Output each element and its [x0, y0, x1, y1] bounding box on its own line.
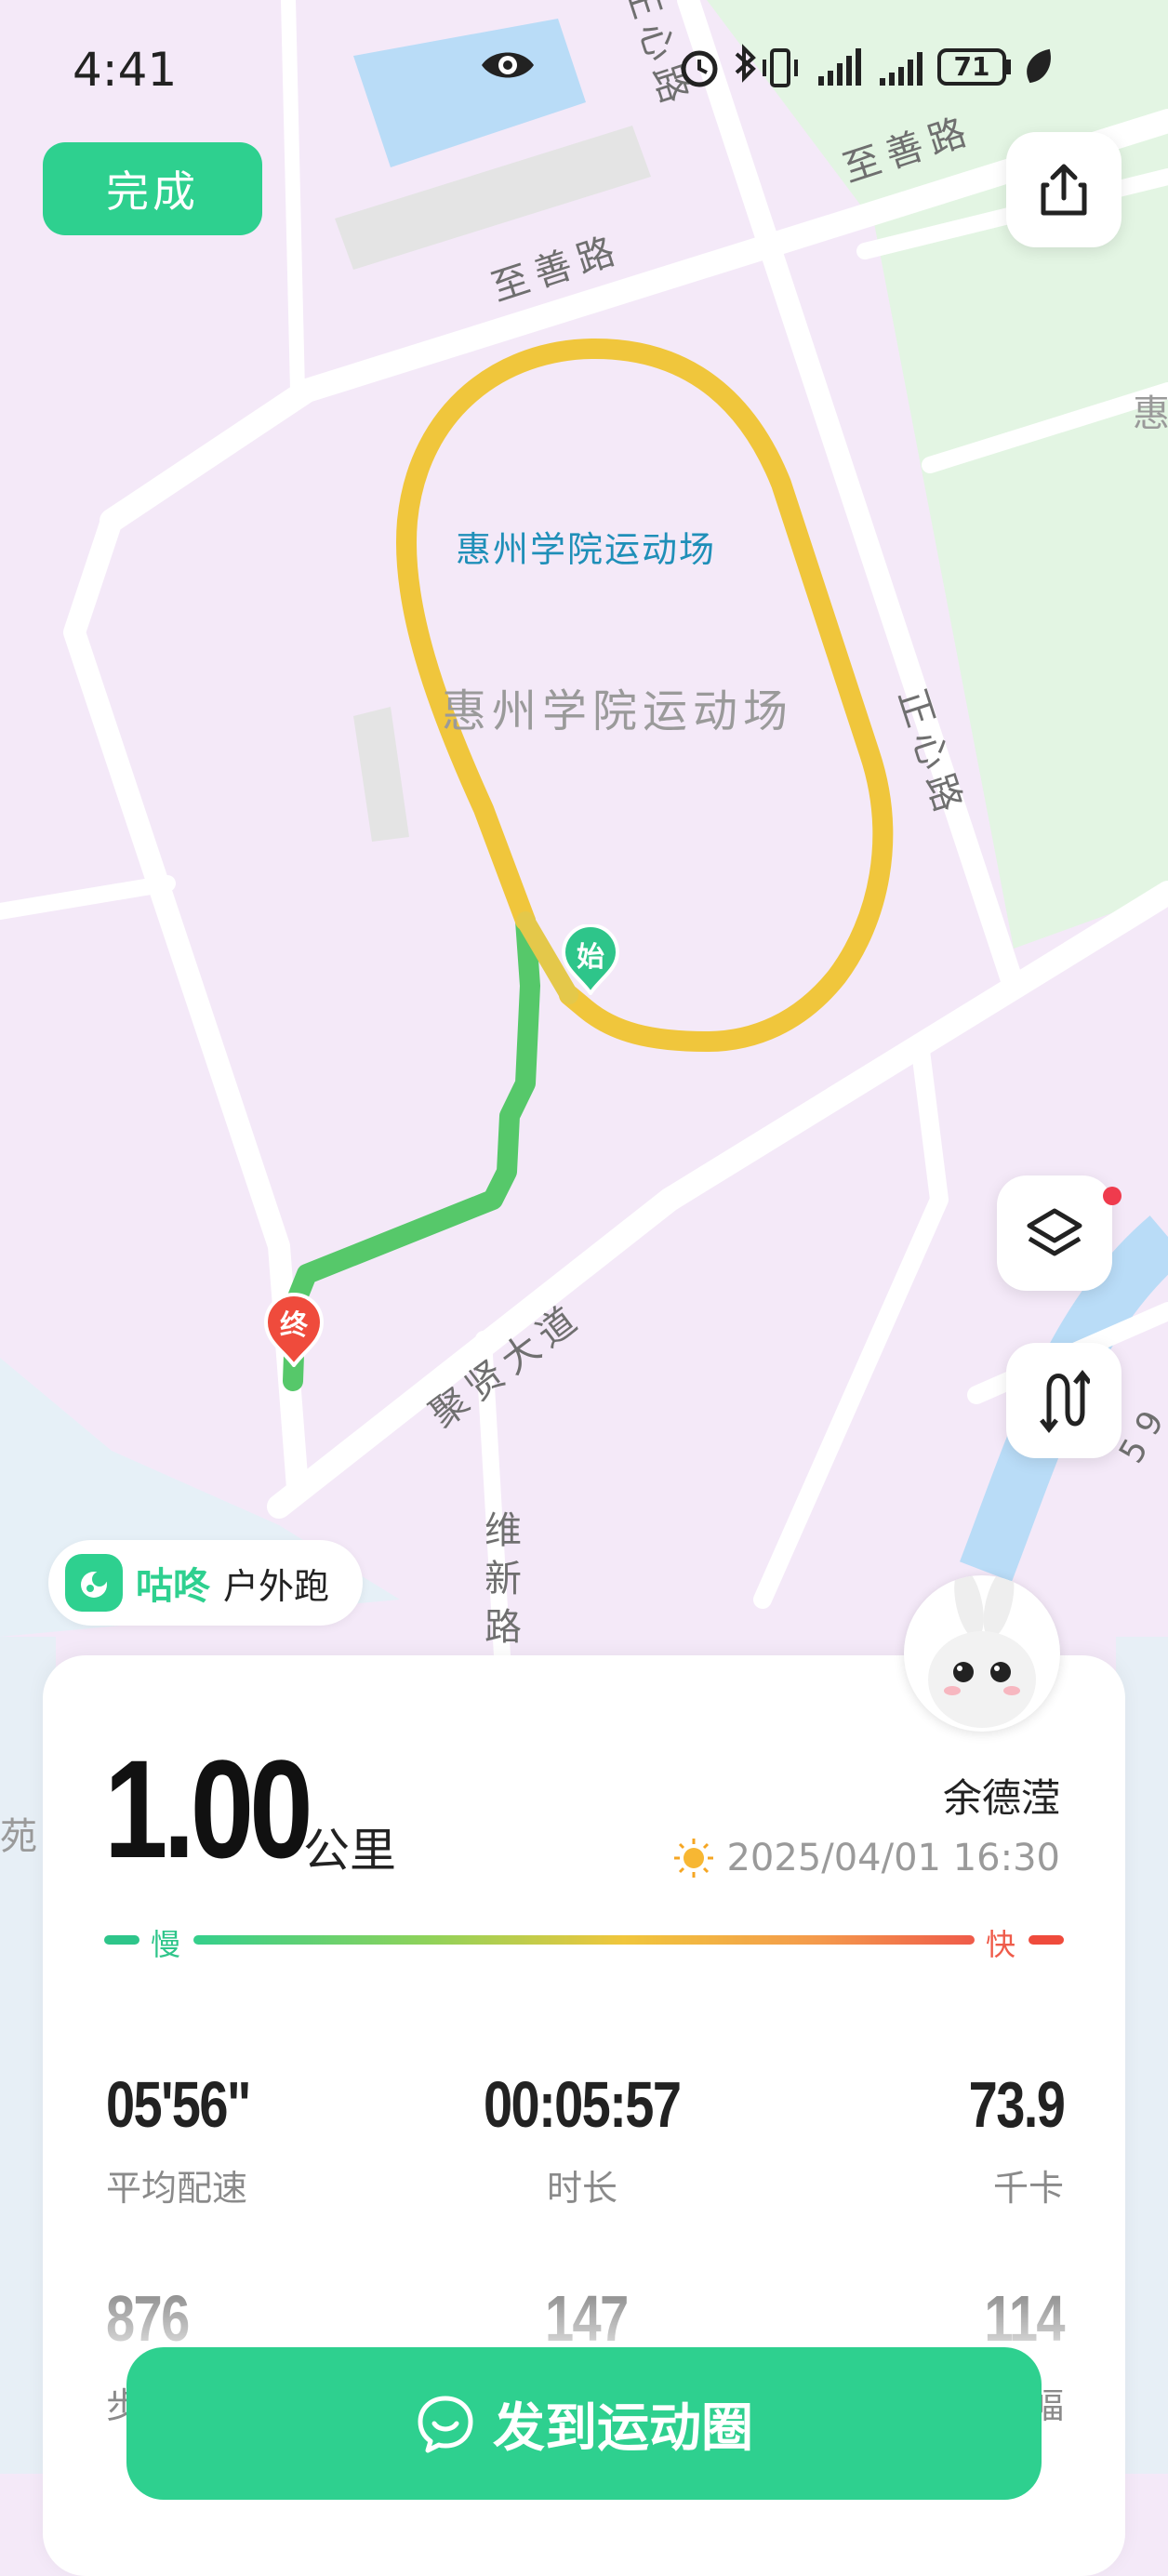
status-time: 4:41 [73, 43, 178, 97]
activity-datetime: 2025/04/01 16:30 [672, 1837, 1060, 1879]
share-button[interactable] [1006, 132, 1122, 247]
avg-pace-value: 05'56" [106, 2068, 251, 2141]
map-edge-label-yuan: 苑 [0, 1815, 37, 1858]
signal-icon-2 [880, 52, 922, 86]
notification-dot [1103, 1187, 1122, 1205]
eye-icon [480, 45, 536, 86]
distance-value: 1.00 [104, 1731, 313, 1887]
calories-label: 千卡 [992, 2168, 1064, 2209]
speed-legend-bar: 慢 快 [104, 1925, 1064, 1962]
alarm-icon [681, 50, 718, 87]
done-button[interactable]: 完成 [43, 142, 262, 235]
vibrate-icon [763, 48, 798, 87]
route-track-button[interactable] [1006, 1343, 1122, 1458]
bluetooth-icon [735, 44, 756, 83]
stadium-map-label: 惠州学院运动场 [442, 685, 794, 737]
app-brand-name: 咕咚 [136, 1565, 210, 1608]
map-layers-button[interactable] [997, 1175, 1112, 1291]
stadium-label: 惠州学院运动场 [456, 529, 717, 570]
speed-slow-label: 慢 [151, 1927, 181, 1962]
sun-icon [674, 1839, 714, 1878]
status-icons: 71 [679, 41, 1097, 93]
start-marker[interactable]: 始 [561, 923, 620, 997]
app-logo-icon [65, 1554, 123, 1612]
post-to-feed-button[interactable]: 发到运动圈 [126, 2347, 1042, 2500]
start-marker-label: 始 [577, 941, 604, 974]
speed-fast-label: 快 [986, 1927, 1016, 1962]
distance-unit: 公里 [303, 1824, 396, 1878]
user-name: 余德滢 [942, 1775, 1060, 1821]
stats-fade-overlay [43, 2251, 1125, 2362]
avg-pace-label: 平均配速 [106, 2168, 248, 2209]
signal-icon-1 [818, 48, 861, 86]
leaf-icon [1027, 48, 1051, 84]
activity-type: 户外跑 [223, 1565, 330, 1607]
avatar[interactable] [904, 1575, 1060, 1732]
post-button-label: 发到运动圈 [493, 2397, 753, 2459]
datetime-text: 2025/04/01 16:30 [726, 1837, 1060, 1879]
duration-value: 00:05:57 [484, 2068, 682, 2141]
duration-label: 时长 [547, 2168, 618, 2209]
share-icon [1041, 164, 1087, 216]
calories-value: 73.9 [968, 2068, 1065, 2141]
map-edge-label-hui: 惠 [1133, 392, 1168, 435]
end-marker-label: 终 [280, 1309, 308, 1342]
road-label-weixin: 维新路 [484, 1509, 522, 1649]
chat-bubble-icon [418, 2396, 473, 2453]
end-marker[interactable]: 终 [263, 1293, 325, 1369]
app-brand-chip: 咕咚 户外跑 [48, 1540, 364, 1626]
route-icon [1040, 1369, 1090, 1433]
layers-icon [1027, 1208, 1082, 1256]
battery-level: 71 [953, 51, 990, 82]
